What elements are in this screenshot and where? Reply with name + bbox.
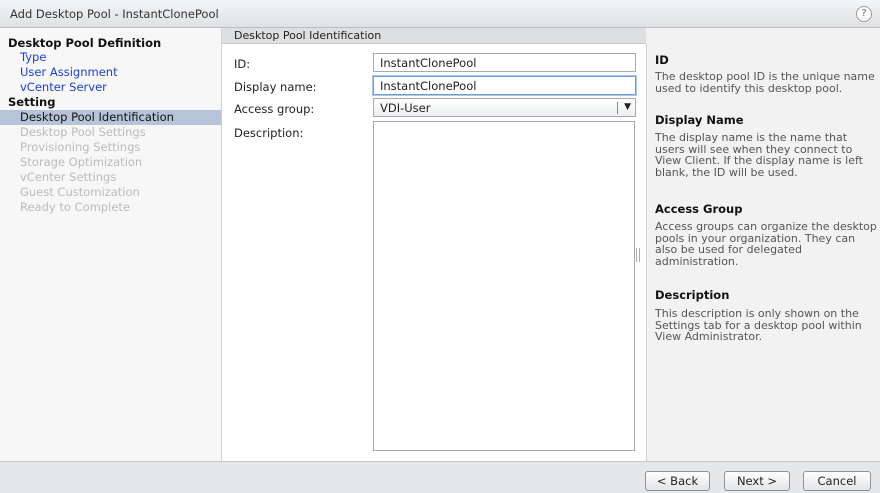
sidebar-item-type[interactable]: Type bbox=[0, 50, 221, 65]
sidebar-item-user-assignment[interactable]: User Assignment bbox=[0, 65, 221, 80]
select-divider bbox=[617, 102, 618, 114]
sidebar-item-ready-to-complete: Ready to Complete bbox=[20, 200, 130, 214]
window-title: Add Desktop Pool - InstantClonePool bbox=[10, 7, 219, 21]
id-field[interactable] bbox=[373, 53, 636, 72]
sidebar-item-storage-optimization: Storage Optimization bbox=[20, 155, 143, 169]
sidebar-item-vcenter-server[interactable]: vCenter Server bbox=[0, 80, 221, 95]
help-desc-title: Description bbox=[655, 288, 730, 302]
access-group-value: VDI-User bbox=[380, 101, 431, 115]
help-display-title: Display Name bbox=[655, 113, 744, 127]
display-name-field[interactable] bbox=[373, 76, 636, 95]
description-field[interactable] bbox=[373, 121, 635, 451]
help-panel-top bbox=[646, 28, 880, 44]
chevron-down-icon[interactable]: ▼ bbox=[624, 102, 631, 112]
back-button[interactable]: < Back bbox=[645, 471, 710, 491]
help-id-title: ID bbox=[655, 53, 669, 67]
content-header: Desktop Pool Identification bbox=[222, 28, 646, 44]
access-group-select[interactable]: VDI-User ▼ bbox=[373, 98, 636, 117]
help-desc-text: This description is only shown on the Se… bbox=[655, 307, 862, 343]
help-panel: ID The desktop pool ID is the unique nam… bbox=[646, 44, 880, 461]
wizard-footer: < Back Next > Cancel bbox=[0, 461, 880, 493]
sidebar-item-desktop-pool-identification[interactable]: Desktop Pool Identification bbox=[0, 110, 221, 125]
sidebar-item-provisioning-settings: Provisioning Settings bbox=[20, 140, 141, 154]
access-group-label: Access group: bbox=[234, 102, 315, 116]
panel-splitter-handle[interactable] bbox=[636, 248, 640, 262]
id-label: ID: bbox=[234, 57, 251, 71]
page-title: Desktop Pool Identification bbox=[234, 29, 382, 42]
sidebar-item-guest-customization: Guest Customization bbox=[20, 185, 140, 199]
wizard-sidebar: Desktop Pool Definition Type User Assign… bbox=[0, 28, 222, 461]
title-bar: Add Desktop Pool - InstantClonePool ? bbox=[0, 0, 880, 28]
help-access-text: Access groups can organize the desktop p… bbox=[655, 220, 877, 268]
help-icon[interactable]: ? bbox=[856, 6, 872, 22]
sidebar-section-setting: Setting bbox=[8, 95, 56, 109]
sidebar-item-vcenter-settings: vCenter Settings bbox=[20, 170, 117, 184]
help-display-text: The display name is the name that users … bbox=[655, 131, 863, 179]
sidebar-item-desktop-pool-settings: Desktop Pool Settings bbox=[20, 125, 146, 139]
cancel-button[interactable]: Cancel bbox=[803, 471, 871, 491]
help-access-title: Access Group bbox=[655, 202, 743, 216]
help-id-text: The desktop pool ID is the unique name u… bbox=[655, 70, 875, 95]
description-label: Description: bbox=[234, 126, 304, 140]
display-name-label: Display name: bbox=[234, 80, 317, 94]
sidebar-section-definition: Desktop Pool Definition bbox=[8, 36, 162, 50]
next-button[interactable]: Next > bbox=[724, 471, 790, 491]
